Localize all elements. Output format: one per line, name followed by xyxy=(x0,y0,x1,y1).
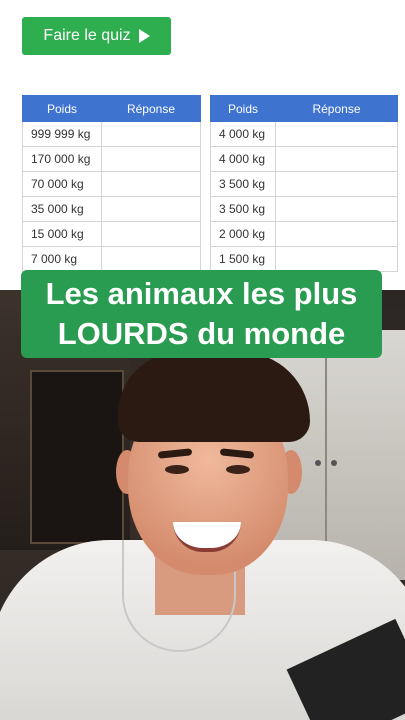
answer-cell[interactable] xyxy=(101,146,201,172)
table-row: 3 500 kg xyxy=(210,196,398,222)
answer-table-right: Poids Réponse 4 000 kg 4 000 kg 3 500 kg… xyxy=(210,95,398,272)
answer-cell[interactable] xyxy=(275,196,398,222)
table-row: 4 000 kg xyxy=(210,121,398,147)
column-header-poids: Poids xyxy=(210,95,276,122)
table-row: 3 500 kg xyxy=(210,171,398,197)
person-hair xyxy=(118,352,310,442)
table-row: 15 000 kg xyxy=(22,221,201,247)
title-line-1: Les animaux les plus xyxy=(45,276,358,311)
weight-cell: 999 999 kg xyxy=(22,121,102,147)
person-eye xyxy=(165,465,189,474)
answer-cell[interactable] xyxy=(275,121,398,147)
quiz-button[interactable]: Faire le quiz xyxy=(22,17,171,55)
table-row: 4 000 kg xyxy=(210,146,398,172)
column-header-reponse: Réponse xyxy=(275,95,398,122)
answer-cell[interactable] xyxy=(101,221,201,247)
table-row: 35 000 kg xyxy=(22,196,201,222)
answer-cell[interactable] xyxy=(101,246,201,272)
table-row: 1 500 kg xyxy=(210,246,398,272)
answer-cell[interactable] xyxy=(275,146,398,172)
answer-cell[interactable] xyxy=(101,196,201,222)
weight-cell: 70 000 kg xyxy=(22,171,102,197)
weight-cell: 15 000 kg xyxy=(22,221,102,247)
weight-cell: 35 000 kg xyxy=(22,196,102,222)
column-header-poids: Poids xyxy=(22,95,102,122)
answer-table-left: Poids Réponse 999 999 kg 170 000 kg 70 0… xyxy=(22,95,201,272)
table-row: 70 000 kg xyxy=(22,171,201,197)
background-shelf xyxy=(30,370,124,544)
video-title-overlay: Les animaux les plus LOURDS du monde xyxy=(21,270,382,358)
door-knob xyxy=(315,460,321,466)
answer-cell[interactable] xyxy=(275,246,398,272)
weight-cell: 4 000 kg xyxy=(210,121,276,147)
table-row: 2 000 kg xyxy=(210,221,398,247)
door-knob xyxy=(331,460,337,466)
answer-cell[interactable] xyxy=(101,171,201,197)
weight-cell: 170 000 kg xyxy=(22,146,102,172)
weight-cell: 3 500 kg xyxy=(210,171,276,197)
weight-cell: 2 000 kg xyxy=(210,221,276,247)
table-row: 170 000 kg xyxy=(22,146,201,172)
quiz-button-label: Faire le quiz xyxy=(43,27,131,44)
column-header-reponse: Réponse xyxy=(101,95,201,122)
answer-cell[interactable] xyxy=(275,221,398,247)
table-row: 999 999 kg xyxy=(22,121,201,147)
answer-cell[interactable] xyxy=(101,121,201,147)
table-row: 7 000 kg xyxy=(22,246,201,272)
play-icon xyxy=(138,29,150,43)
person-eye xyxy=(226,465,250,474)
weight-cell: 1 500 kg xyxy=(210,246,276,272)
weight-cell: 4 000 kg xyxy=(210,146,276,172)
weight-cell: 7 000 kg xyxy=(22,246,102,272)
answer-cell[interactable] xyxy=(275,171,398,197)
weight-cell: 3 500 kg xyxy=(210,196,276,222)
title-line-2: LOURDS du monde xyxy=(57,316,346,351)
quiz-panel: Faire le quiz Poids Réponse 999 999 kg 1… xyxy=(0,0,405,290)
